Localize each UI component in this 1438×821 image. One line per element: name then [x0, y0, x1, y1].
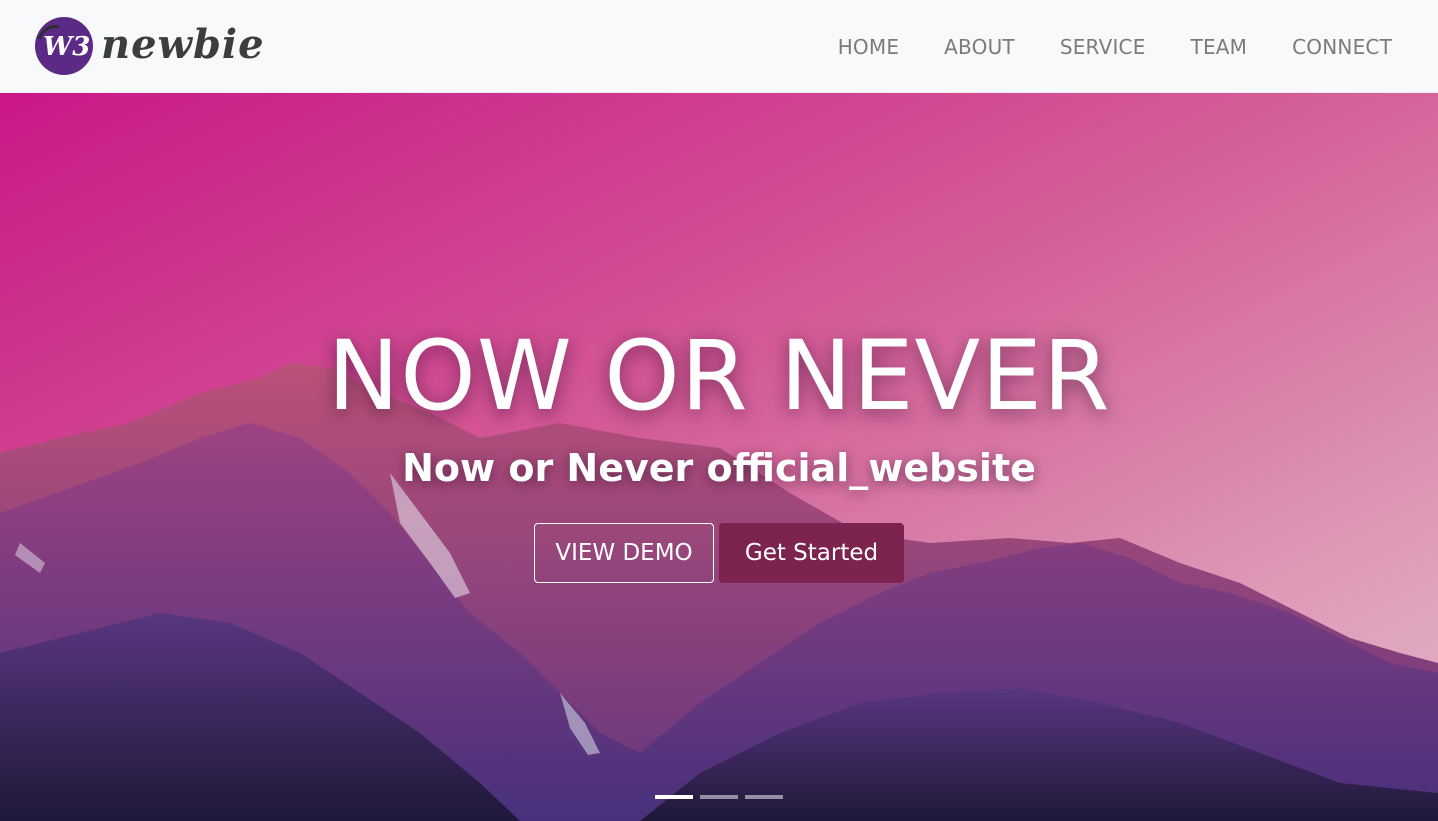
brand-wordmark: newbie — [101, 20, 265, 68]
carousel-indicator-2[interactable] — [700, 795, 738, 799]
carousel-indicator-3[interactable] — [745, 795, 783, 799]
hero-button-group: VIEW DEMO Get Started — [534, 523, 904, 583]
get-started-button[interactable]: Get Started — [719, 523, 904, 583]
nav-link-about[interactable]: ABOUT — [944, 35, 1015, 59]
hero-carousel: NOW OR NEVER Now or Never official_websi… — [0, 93, 1438, 821]
nav-link-team[interactable]: TEAM — [1191, 35, 1248, 59]
main-nav: HOME ABOUT SERVICE TEAM CONNECT — [838, 0, 1392, 93]
svg-text:W3: W3 — [43, 32, 90, 62]
carousel-indicators — [655, 795, 790, 799]
top-navbar: W3 newbie HOME ABOUT SERVICE TEAM CONNEC… — [0, 0, 1438, 93]
nav-link-home[interactable]: HOME — [838, 35, 899, 59]
brand-logo-link[interactable]: W3 newbie — [33, 15, 265, 77]
nav-link-connect[interactable]: CONNECT — [1292, 35, 1392, 59]
view-demo-button[interactable]: VIEW DEMO — [534, 523, 714, 583]
carousel-indicator-1[interactable] — [655, 795, 693, 799]
hero-subtitle: Now or Never official_website — [402, 446, 1036, 490]
logo-icon: W3 — [35, 17, 93, 75]
hero-title: NOW OR NEVER — [327, 320, 1111, 432]
nav-link-service[interactable]: SERVICE — [1060, 35, 1146, 59]
